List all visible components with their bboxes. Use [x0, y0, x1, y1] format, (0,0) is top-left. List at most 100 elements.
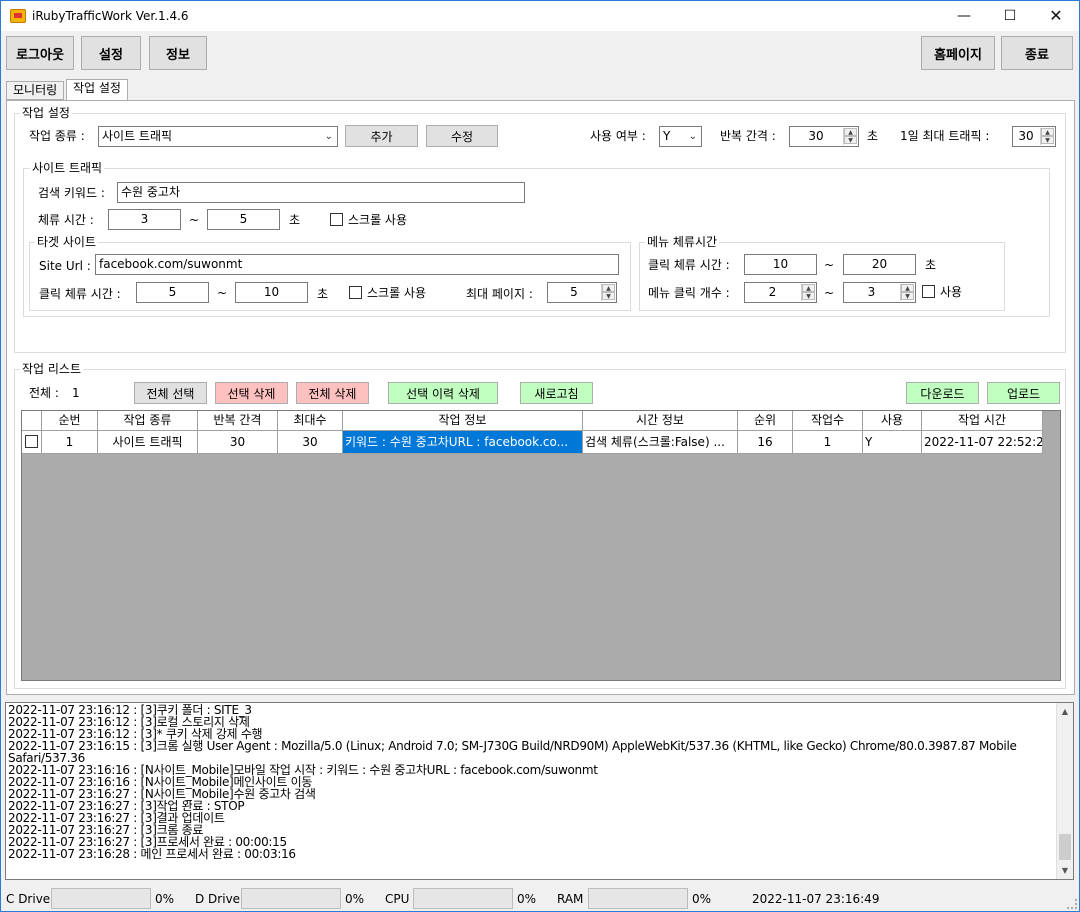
- ram-value: 0%: [692, 892, 712, 906]
- search-keyword-input[interactable]: 수원 중고차: [117, 182, 525, 203]
- menu-click-stay-tilde: ~: [824, 258, 835, 272]
- job-settings-group-label: 작업 설정: [20, 106, 72, 120]
- spinner-arrows-icon[interactable]: ▲ ▼: [601, 284, 615, 301]
- max-page-spinner[interactable]: 5 ▲ ▼: [547, 282, 617, 303]
- delete-selected-button[interactable]: 선택 삭제: [215, 382, 288, 404]
- scroll-up-icon[interactable]: ▲: [1057, 703, 1073, 720]
- stay-time-unit: 초: [289, 213, 301, 227]
- add-button[interactable]: 추가: [345, 125, 418, 147]
- column-header[interactable]: 작업 시간: [922, 411, 1043, 431]
- row-type-cell[interactable]: 사이트 트래픽: [98, 431, 198, 454]
- menu-click-stay-min-input[interactable]: 10: [744, 254, 817, 275]
- d-drive-value: 0%: [345, 892, 365, 906]
- scroll-down-icon[interactable]: ▼: [1057, 862, 1073, 879]
- log-scrollbar[interactable]: ▲ ▼: [1056, 703, 1073, 879]
- stay-time-label: 체류 시간 :: [38, 213, 94, 227]
- delete-history-button[interactable]: 선택 이력 삭제: [388, 382, 498, 404]
- repeat-interval-spinner[interactable]: 30 ▲ ▼: [789, 126, 859, 147]
- d-drive-progress: [241, 888, 341, 909]
- maximize-button[interactable]: ☐: [987, 1, 1033, 31]
- cpu-progress: [413, 888, 513, 909]
- table-row[interactable]: 1 사이트 트래픽 30 30 키워드 : 수원 중고차URL : facebo…: [22, 431, 1043, 454]
- exit-button[interactable]: 종료: [1001, 36, 1073, 70]
- daily-max-traffic-value: 30: [1018, 129, 1034, 143]
- refresh-button[interactable]: 새로고침: [520, 382, 593, 404]
- row-use-cell[interactable]: Y: [863, 431, 922, 454]
- row-checkbox-cell[interactable]: [22, 431, 42, 454]
- job-type-label: 작업 종류 :: [29, 129, 85, 143]
- select-all-button[interactable]: 전체 선택: [134, 382, 207, 404]
- upload-button[interactable]: 업로드: [987, 382, 1060, 404]
- menu-click-stay-max-input[interactable]: 20: [843, 254, 916, 275]
- grid-header: 순번 작업 종류 반복 간격 최대수 작업 정보 시간 정보 순위 작업수 사용…: [22, 411, 1043, 431]
- spinner-arrows-icon[interactable]: ▲ ▼: [801, 284, 815, 301]
- settings-button[interactable]: 설정: [81, 36, 141, 70]
- menu-click-count-label: 메뉴 클릭 개수 :: [648, 286, 730, 300]
- column-header[interactable]: 사용: [863, 411, 922, 431]
- info-button[interactable]: 정보: [149, 36, 207, 70]
- row-info-cell[interactable]: 키워드 : 수원 중고차URL : facebook.co...: [343, 431, 583, 454]
- daily-max-traffic-spinner[interactable]: 30 ▲ ▼: [1012, 126, 1056, 147]
- row-checkbox[interactable]: [25, 435, 38, 448]
- logout-button[interactable]: 로그아웃: [6, 36, 74, 70]
- use-status-select[interactable]: Y ⌄: [659, 126, 702, 147]
- download-button[interactable]: 다운로드: [906, 382, 979, 404]
- target-click-stay-min-input[interactable]: 5: [136, 282, 209, 303]
- row-work-time-cell[interactable]: 2022-11-07 22:52:20: [922, 431, 1043, 454]
- column-header[interactable]: 최대수: [278, 411, 343, 431]
- target-scroll-label: 스크롤 사용: [367, 286, 427, 300]
- spinner-arrows-icon[interactable]: ▲ ▼: [1040, 128, 1054, 145]
- menu-click-count-max-spinner[interactable]: 3 ▲ ▼: [843, 282, 916, 303]
- spinner-arrows-icon[interactable]: ▲ ▼: [900, 284, 914, 301]
- tab-monitoring[interactable]: 모니터링: [6, 81, 65, 100]
- use-status-value: Y: [663, 129, 671, 143]
- column-header[interactable]: 순위: [738, 411, 793, 431]
- site-url-input[interactable]: facebook.com/suwonmt: [95, 254, 619, 275]
- job-type-select[interactable]: 사이트 트래픽 ⌄: [98, 126, 338, 147]
- stay-time-max-input[interactable]: 5: [207, 209, 280, 230]
- job-list-grid[interactable]: 순번 작업 종류 반복 간격 최대수 작업 정보 시간 정보 순위 작업수 사용…: [21, 410, 1061, 681]
- row-repeat-cell[interactable]: 30: [198, 431, 278, 454]
- max-page-value: 5: [570, 285, 578, 299]
- app-window: iRubyTrafficWork Ver.1.4.6 — ☐ ✕ 로그아웃 설정…: [0, 0, 1080, 912]
- column-header[interactable]: 작업 종류: [98, 411, 198, 431]
- column-header[interactable]: 시간 정보: [583, 411, 738, 431]
- column-header[interactable]: 반복 간격: [198, 411, 278, 431]
- menu-stay-group-label: 메뉴 체류시간: [645, 235, 720, 249]
- spinner-arrows-icon[interactable]: ▲ ▼: [843, 128, 857, 145]
- scroll-thumb[interactable]: [1059, 834, 1071, 860]
- log-lines: 2022-11-07 23:16:12 : [3]쿠키 폴더 : SITE_3 …: [8, 704, 1058, 860]
- window-title: iRubyTrafficWork Ver.1.4.6: [32, 9, 189, 23]
- row-no-cell[interactable]: 1: [42, 431, 98, 454]
- menu-use-checkbox[interactable]: [922, 285, 935, 298]
- target-scroll-checkbox[interactable]: [349, 286, 362, 299]
- row-time-info-cell[interactable]: 검색 체류(스크롤:False) ...: [583, 431, 738, 454]
- menu-click-count-tilde: ~: [824, 286, 835, 300]
- app-icon: [10, 9, 26, 23]
- target-click-stay-max-input[interactable]: 10: [235, 282, 308, 303]
- resize-grip-icon[interactable]: [1067, 899, 1077, 909]
- title-bar[interactable]: iRubyTrafficWork Ver.1.4.6 — ☐ ✕: [1, 1, 1079, 31]
- column-header[interactable]: 순번: [42, 411, 98, 431]
- row-count-cell[interactable]: 1: [793, 431, 863, 454]
- minimize-button[interactable]: —: [941, 1, 987, 31]
- menu-click-stay-label: 클릭 체류 시간 :: [648, 258, 730, 272]
- tab-job-settings[interactable]: 작업 설정: [66, 79, 128, 101]
- use-status-label: 사용 여부 :: [590, 129, 646, 143]
- close-button[interactable]: ✕: [1033, 1, 1079, 31]
- stay-time-min-input[interactable]: 3: [108, 209, 181, 230]
- edit-button[interactable]: 수정: [426, 125, 498, 147]
- delete-all-button[interactable]: 전체 삭제: [296, 382, 369, 404]
- total-value: 1: [72, 386, 80, 400]
- column-header[interactable]: 작업 정보: [343, 411, 583, 431]
- site-url-label: Site Url :: [39, 259, 91, 273]
- repeat-interval-unit: 초: [867, 129, 879, 143]
- site-scroll-checkbox[interactable]: [330, 213, 343, 226]
- column-header[interactable]: 작업수: [793, 411, 863, 431]
- menu-click-count-min-spinner[interactable]: 2 ▲ ▼: [744, 282, 817, 303]
- homepage-button[interactable]: 홈페이지: [921, 36, 995, 70]
- repeat-interval-label: 반복 간격 :: [720, 129, 776, 143]
- row-rank-cell[interactable]: 16: [738, 431, 793, 454]
- log-textbox[interactable]: 2022-11-07 23:16:12 : [3]쿠키 폴더 : SITE_3 …: [5, 702, 1074, 880]
- row-max-cell[interactable]: 30: [278, 431, 343, 454]
